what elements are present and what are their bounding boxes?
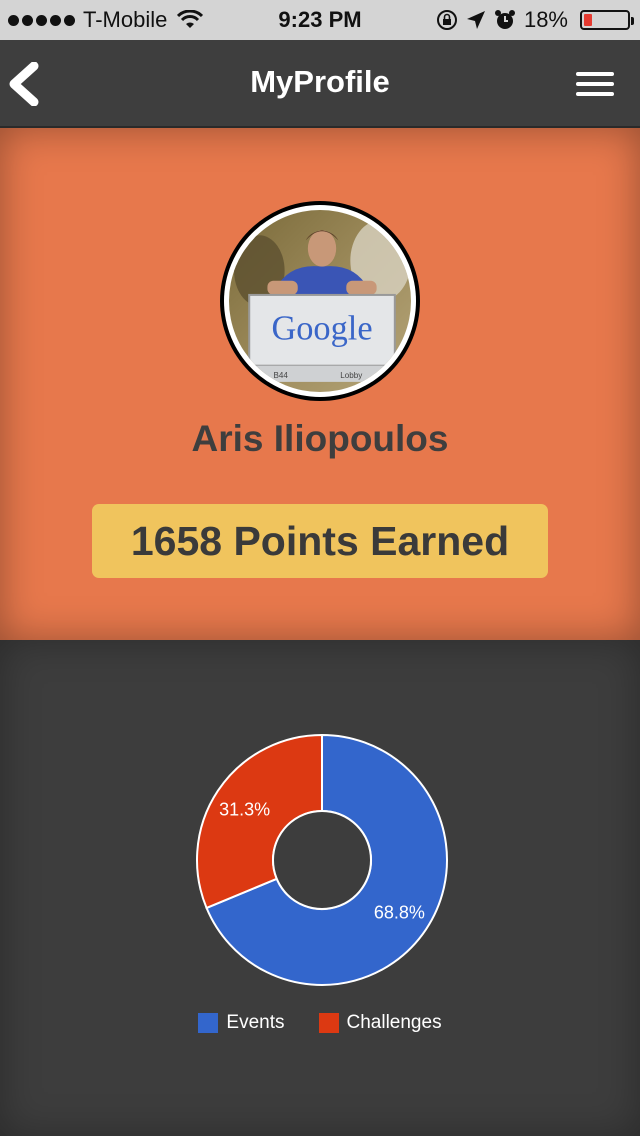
status-right: 18% xyxy=(436,7,634,33)
legend-item-events[interactable]: Events xyxy=(198,1012,285,1034)
slice-label-challenges: 31.3% xyxy=(219,799,270,819)
legend-label: Events xyxy=(226,1012,285,1033)
avatar-photo-frame: Google B44 Lobby xyxy=(224,205,416,397)
legend-item-challenges[interactable]: Challenges xyxy=(318,1012,442,1034)
menu-line xyxy=(576,92,614,96)
legend-label: Challenges xyxy=(346,1012,442,1033)
menu-line xyxy=(576,82,614,86)
donut-chart: 68.8% 31.3% xyxy=(196,733,448,986)
rotation-lock-icon xyxy=(436,10,457,30)
status-bar: T-Mobile 9:23 PM 18% xyxy=(0,0,640,40)
profile-header: Google B44 Lobby Aris Iliopoulos 1658 Po… xyxy=(0,128,640,640)
chart-section: 68.8% 31.3% Events Challenges xyxy=(0,640,640,1136)
photo-sign-small-right: Lobby xyxy=(340,371,363,380)
hamburger-menu-button[interactable] xyxy=(576,72,614,98)
battery-percent: 18% xyxy=(523,7,568,32)
profile-name: Aris Iliopoulos xyxy=(191,418,449,459)
chart-legend: Events Challenges xyxy=(0,1012,640,1034)
avatar-photo: Google B44 Lobby xyxy=(229,210,411,392)
nav-bar: MyProfile xyxy=(0,40,640,128)
menu-line xyxy=(576,72,614,76)
battery-icon xyxy=(580,10,634,30)
legend-swatch xyxy=(318,1013,339,1033)
page-title: MyProfile xyxy=(250,64,390,99)
location-icon xyxy=(466,11,485,29)
donut-hole xyxy=(272,810,372,910)
alarm-icon xyxy=(494,10,515,29)
legend-swatch xyxy=(198,1013,219,1033)
points-badge: 1658 Points Earned xyxy=(92,504,548,578)
slice-label-events: 68.8% xyxy=(374,903,425,923)
photo-sign-text: Google xyxy=(271,309,372,347)
avatar[interactable]: Google B44 Lobby xyxy=(220,201,420,401)
photo-sign-small-left: B44 xyxy=(273,371,288,380)
